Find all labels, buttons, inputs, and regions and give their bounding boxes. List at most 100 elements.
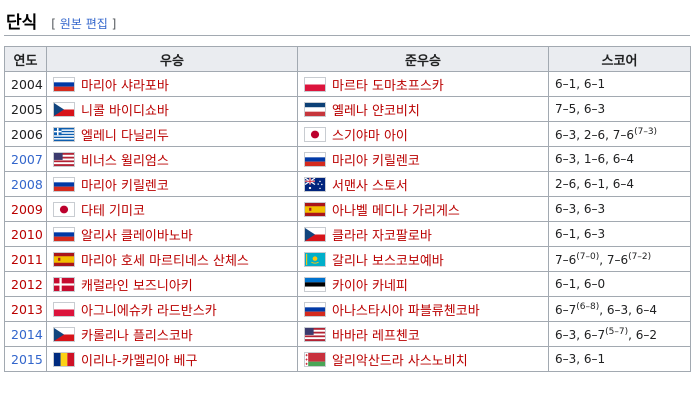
czech-flag-icon — [53, 101, 75, 117]
estonia-flag-icon — [304, 276, 326, 292]
kazakhstan-flag-icon — [304, 251, 326, 267]
runner-up-link[interactable]: 바바라 레프첸코 — [332, 329, 420, 344]
score-text: 6–3, 6–7 — [555, 327, 606, 342]
winner-cell: 마리아 샤라포바 — [46, 71, 298, 97]
table-row: 2011 마리아 호세 마르티네스 산체스 갈리나 보스코보예바 7–6(7–0… — [4, 246, 691, 272]
year-link[interactable]: 2005 — [11, 102, 43, 117]
winner-link[interactable]: 마리아 키릴렌코 — [81, 179, 169, 194]
winner-link[interactable]: 니콜 바이디쇼바 — [81, 104, 169, 119]
runner-up-link[interactable]: 갈리나 보스코보예바 — [332, 254, 444, 269]
table-row: 2015 이리나-카멜리아 베구 알리악산드라 사스노비치 6–3, 6–1 — [4, 346, 691, 372]
winner-cell: 캐럴라인 보즈니아키 — [46, 271, 298, 297]
year-cell: 2011 — [4, 246, 47, 272]
score-cell: 6–1, 6–3 — [548, 221, 691, 247]
table-row: 2007 비너스 윌리엄스 마리아 키릴렌코 6–3, 1–6, 6–4 — [4, 146, 691, 172]
winner-cell: 니콜 바이디쇼바 — [46, 96, 298, 122]
year-link[interactable]: 2014 — [11, 327, 43, 342]
score-text: 6–3, 6–3 — [555, 202, 606, 216]
year-link[interactable]: 2015 — [11, 352, 43, 367]
winner-link[interactable]: 카롤리나 플리스코바 — [81, 329, 193, 344]
score-text: 6–7 — [555, 302, 577, 317]
table-header-row: 연도 우승 준우승 스코어 — [4, 46, 691, 72]
score-cell: 6–3, 6–7(5–7), 6–2 — [548, 321, 691, 347]
tiebreak-score: (7–3) — [634, 126, 658, 137]
year-cell: 2004 — [4, 71, 47, 97]
winner-link[interactable]: 마리아 샤라포바 — [81, 79, 169, 94]
greece-flag-icon — [53, 126, 75, 142]
winner-link[interactable]: 알리사 클레이바노바 — [81, 229, 193, 244]
table-row: 2005 니콜 바이디쇼바 옐레나 얀코비치 7–5, 6–3 — [4, 96, 691, 122]
year-cell: 2009 — [4, 196, 47, 222]
year-cell: 2006 — [4, 121, 47, 147]
year-link[interactable]: 2009 — [11, 202, 43, 217]
russia-flag-icon — [304, 301, 326, 317]
poland-flag-icon — [53, 301, 75, 317]
score-text: , 6–3, 6–4 — [599, 302, 658, 317]
year-link[interactable]: 2004 — [11, 77, 43, 92]
score-cell: 6–7(6–8), 6–3, 6–4 — [548, 296, 691, 322]
runner-up-link[interactable]: 아나스타시아 파블류첸코바 — [332, 304, 480, 319]
score-cell: 7–5, 6–3 — [548, 96, 691, 122]
score-text: 6–1, 6–0 — [555, 277, 606, 291]
table-row: 2009 다테 기미코 아나벨 메디나 가리게스 6–3, 6–3 — [4, 196, 691, 222]
section-heading: 단식 [ 원본 편집 ] — [6, 8, 116, 34]
score-cell: 6–1, 6–1 — [548, 71, 691, 97]
score-text: 7–5, 6–3 — [555, 102, 606, 116]
runner-up-link[interactable]: 클라라 자코팔로바 — [332, 229, 432, 244]
table-row: 2010 알리사 클레이바노바 클라라 자코팔로바 6–1, 6–3 — [4, 221, 691, 247]
runner-up-link[interactable]: 서맨사 스토서 — [332, 179, 408, 194]
year-link[interactable]: 2006 — [11, 127, 43, 142]
usa-flag-icon — [304, 326, 326, 342]
runner-up-link[interactable]: 스기야마 아이 — [332, 129, 408, 144]
czech-flag-icon — [53, 326, 75, 342]
year-link[interactable]: 2008 — [11, 177, 43, 192]
score-text: 7–6 — [555, 252, 577, 267]
winner-cell: 비너스 윌리엄스 — [46, 146, 298, 172]
tiebreak-score: (5–7) — [605, 326, 629, 337]
runner-up-link[interactable]: 옐레나 얀코비치 — [332, 104, 420, 119]
winner-link[interactable]: 캐럴라인 보즈니아키 — [81, 279, 193, 294]
runner-up-link[interactable]: 마르타 도마초프스카 — [332, 79, 444, 94]
runner-up-cell: 옐레나 얀코비치 — [297, 96, 549, 122]
runner-up-cell: 아나스타시아 파블류첸코바 — [297, 296, 549, 322]
header-winner: 우승 — [46, 46, 298, 72]
belarus-flag-icon — [304, 351, 326, 367]
winner-link[interactable]: 비너스 윌리엄스 — [81, 154, 169, 169]
runner-up-link[interactable]: 아나벨 메디나 가리게스 — [332, 204, 460, 219]
tiebreak-score: (7–2) — [628, 251, 652, 262]
runner-up-link[interactable]: 카이아 카네피 — [332, 279, 408, 294]
winner-link[interactable]: 이리나-카멜리아 베구 — [81, 354, 197, 369]
runner-up-cell: 갈리나 보스코보예바 — [297, 246, 549, 272]
header-year: 연도 — [4, 46, 47, 72]
winner-link[interactable]: 엘레니 다닐리두 — [81, 129, 169, 144]
tiebreak-score: (7–0) — [576, 251, 600, 262]
year-link[interactable]: 2013 — [11, 302, 43, 317]
runner-up-cell: 아나벨 메디나 가리게스 — [297, 196, 549, 222]
score-text: 6–3, 1–6, 6–4 — [555, 152, 635, 166]
year-cell: 2005 — [4, 96, 47, 122]
score-cell: 6–3, 1–6, 6–4 — [548, 146, 691, 172]
winner-cell: 엘레니 다닐리두 — [46, 121, 298, 147]
score-cell: 6–1, 6–0 — [548, 271, 691, 297]
table-row: 2008 마리아 키릴렌코 서맨사 스토서 2–6, 6–1, 6–4 — [4, 171, 691, 197]
winner-link[interactable]: 마리아 호세 마르티네스 산체스 — [81, 254, 249, 269]
winner-cell: 다테 기미코 — [46, 196, 298, 222]
runner-up-cell: 스기야마 아이 — [297, 121, 549, 147]
winner-link[interactable]: 아그니에슈카 라드반스카 — [81, 304, 217, 319]
runner-up-link[interactable]: 마리아 키릴렌코 — [332, 154, 420, 169]
year-link[interactable]: 2007 — [11, 152, 43, 167]
tiebreak-score: (6–8) — [576, 301, 600, 312]
edit-bracket-open: [ — [51, 17, 56, 31]
year-link[interactable]: 2010 — [11, 227, 43, 242]
russia-flag-icon — [53, 176, 75, 192]
score-cell: 2–6, 6–1, 6–4 — [548, 171, 691, 197]
edit-source-link[interactable]: 원본 편집 — [60, 17, 108, 31]
winner-link[interactable]: 다테 기미코 — [81, 204, 145, 219]
table-row: 2006 엘레니 다닐리두 스기야마 아이 6–3, 2–6, 7–6(7–3) — [4, 121, 691, 147]
runner-up-link[interactable]: 알리악산드라 사스노비치 — [332, 354, 468, 369]
table-row: 2004 마리아 샤라포바 마르타 도마초프스카 6–1, 6–1 — [4, 71, 691, 97]
year-link[interactable]: 2011 — [11, 252, 43, 267]
score-text: 2–6, 6–1, 6–4 — [555, 177, 635, 191]
runner-up-cell: 클라라 자코팔로바 — [297, 221, 549, 247]
year-link[interactable]: 2012 — [11, 277, 43, 292]
